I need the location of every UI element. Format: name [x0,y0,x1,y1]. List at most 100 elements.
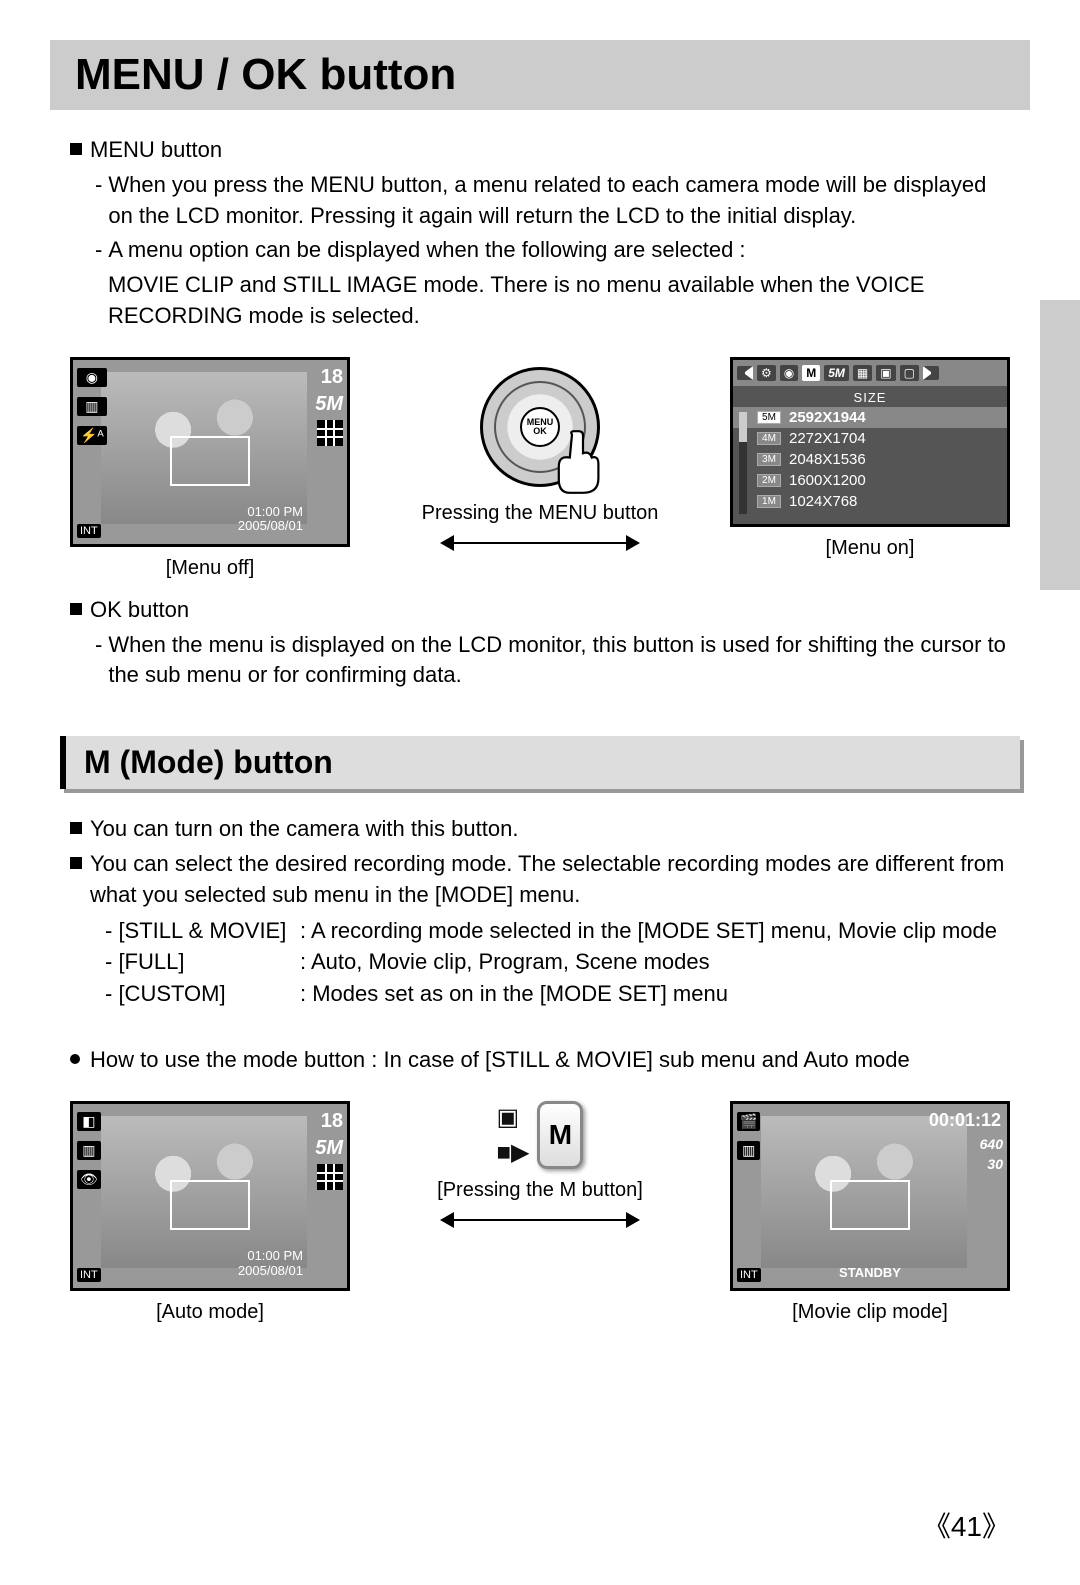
menu-dial-illustration: MENU OK [480,367,600,487]
howto-text: How to use the mode button : In case of … [90,1045,910,1076]
size-value: 2272X1704 [789,430,866,447]
double-arrow-icon [440,1210,640,1230]
arrow-right-icon [923,366,939,380]
lcd-menu-off: ◉ ▥ ⚡ᴬ 18 5M 01:00 PM 2005/08/01 INT [70,357,350,547]
menu-paragraph-2a: A menu option can be displayed when the … [108,235,745,266]
size-badge: 2M [757,474,781,487]
double-arrow-icon [440,533,640,553]
int-icon: INT [77,1268,101,1282]
menu-paragraph-2b: MOVIE CLIP and STILL IMAGE mode. There i… [108,272,924,328]
size-badge: 1M [757,495,781,508]
bullet-dash-icon: - [95,235,102,266]
topbar-icon: ◉ [780,365,798,381]
standby-label: STANDBY [839,1265,901,1280]
camera-mode-icon: ◧ [77,1112,101,1131]
battery-icon: ▥ [77,397,107,416]
bullet-dash-icon: - [95,630,102,692]
movie-fps: 30 [987,1156,1003,1172]
shots-remaining: 18 [321,366,343,389]
size-menu-item: 1M 1024X768 [733,491,1007,512]
section2-title-bar: M (Mode) button [60,736,1020,789]
int-icon: INT [737,1268,761,1282]
size-badge: 5M [757,411,781,424]
mode-key: - [CUSTOM] [105,978,300,1010]
size-menu-item: 5M 2592X1944 [733,407,1007,428]
quality-icon [317,1164,343,1190]
lcd-menu-on: ⚙ ◉ M 5M ▦ ▣ ▢ SIZE 5M 2592X1944 4M 2272X17… [730,357,1010,527]
size-value: 1024X768 [789,493,857,510]
figure-row-mode: ◧ ▥ 👁 18 5M 01:00 PM 2005/08/01 INT [Aut… [60,1101,1020,1324]
menu-button-heading: MENU button [90,135,222,166]
ok-button-heading: OK button [90,595,189,626]
size-menu-item: 4M 2272X1704 [733,428,1007,449]
size-badge: 3M [757,453,781,466]
size-menu-item: 2M 1600X1200 [733,470,1007,491]
topbar-icon: ▦ [853,365,872,381]
menu-paragraph-1: When you press the MENU button, a menu r… [108,170,1010,232]
flash-auto-icon: ⚡ᴬ [77,426,107,445]
int-icon: INT [77,524,101,538]
mode-p2: You can select the desired recording mod… [90,849,1010,911]
shots-remaining: 18 [321,1110,343,1133]
size-menu-label: SIZE [733,386,1007,407]
movie-mode-icon: 🎬 [737,1112,760,1131]
lcd-time: 01:00 PM [238,505,303,519]
caption-pressing-m: [Pressing the M button] [437,1179,643,1202]
mode-desc: : Auto, Movie clip, Program, Scene modes [300,946,710,978]
lcd-movie-mode: 🎬 ▥ 00:01:12 640 30 STANDBY INT [730,1101,1010,1291]
side-tab [1040,300,1080,590]
mode-desc: : A recording mode selected in the [MODE… [300,915,997,947]
page-number: 《41》 [923,1505,1010,1545]
redeye-icon: 👁 [77,1170,101,1189]
caption-auto-mode: [Auto mode] [156,1301,264,1324]
arrow-left-icon [737,366,753,380]
size-badge: 4M [757,432,781,445]
bullet-dot-icon [70,1054,80,1064]
bullet-dash-icon: - [95,170,102,232]
size-value: 1600X1200 [789,472,866,489]
mode-p1: You can turn on the camera with this but… [90,814,518,845]
size-value: 2048X1536 [789,451,866,468]
movie-res: 640 [980,1136,1003,1152]
lcd-auto-mode: ◧ ▥ 👁 18 5M 01:00 PM 2005/08/01 INT [70,1101,350,1291]
battery-icon: ▥ [737,1141,760,1160]
movie-timer: 00:01:12 [929,1110,1001,1131]
m-button-label: M [549,1119,572,1151]
lcd-date: 2005/08/01 [238,1264,303,1278]
m-button-illustration: ▣ ■▶ M [497,1101,584,1169]
lcd-time: 01:00 PM [238,1249,303,1263]
topbar-m-icon: M [802,365,820,381]
figure-row-menu: ◉ ▥ ⚡ᴬ 18 5M 01:00 PM 2005/08/01 INT [Me… [60,357,1020,580]
topbar-icon: ▢ [900,365,919,381]
mode-definition-row: - [STILL & MOVIE]: A recording mode sele… [70,915,1010,947]
hand-pointer-icon [550,427,605,497]
bullet-square-icon [70,143,82,155]
size-menu-item: 3M 2048X1536 [733,449,1007,470]
bullet-square-icon [70,603,82,615]
topbar-5m-icon: 5M [824,365,849,381]
size-value: 2592X1944 [789,409,866,426]
section1-title: MENU / OK button [75,50,1005,100]
mode-definition-row: - [CUSTOM]: Modes set as on in the [MODE… [70,978,1010,1010]
video-icon: ■▶ [497,1138,530,1167]
mode-key: - [FULL] [105,946,300,978]
ok-paragraph: When the menu is displayed on the LCD mo… [108,630,1010,692]
section-title-bar: MENU / OK button [50,40,1030,110]
section2-title: M (Mode) button [84,744,1002,781]
bullet-square-icon [70,822,82,834]
camera-icon: ▣ [497,1103,530,1132]
topbar-icon: ▣ [876,365,895,381]
lcd-date: 2005/08/01 [238,519,303,533]
mode-definition-row: - [FULL]: Auto, Movie clip, Program, Sce… [70,946,1010,978]
mode-desc: : Modes set as on in the [MODE SET] menu [300,978,728,1010]
topbar-icon: ⚙ [757,365,776,381]
m-button: M [537,1101,583,1169]
caption-movie-mode: [Movie clip mode] [792,1301,948,1324]
mode-icon: ◉ [77,368,107,387]
mode-key: - [STILL & MOVIE] [105,915,300,947]
quality-icon [317,420,343,446]
caption-menu-on: [Menu on] [826,537,915,560]
caption-pressing-menu: Pressing the MENU button [422,502,659,525]
menu-scrollbar [739,412,747,514]
battery-icon: ▥ [77,1141,101,1160]
